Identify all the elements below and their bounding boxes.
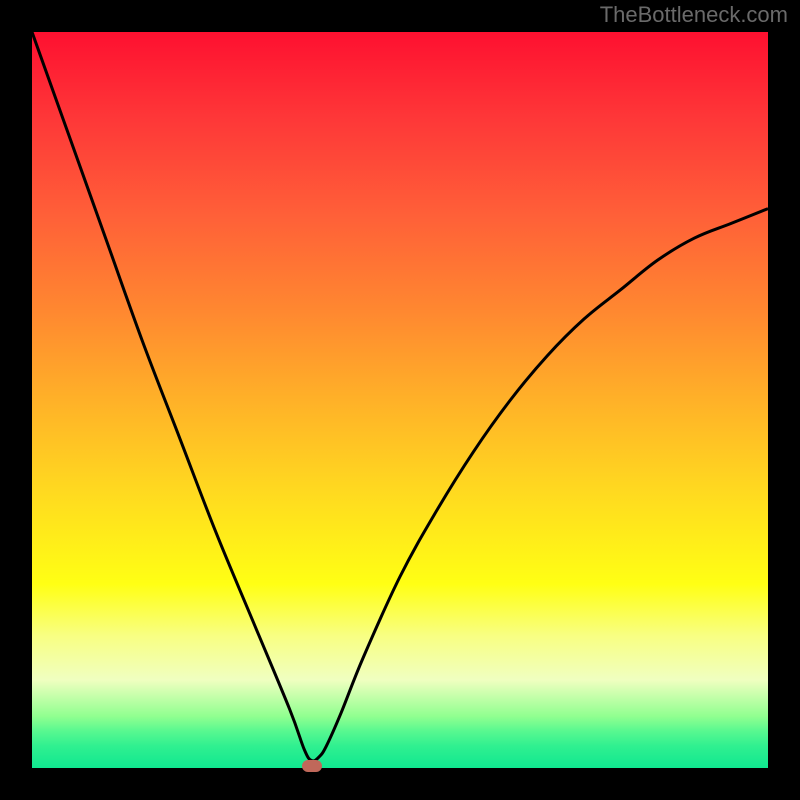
curve-line	[32, 32, 768, 761]
watermark-text: TheBottleneck.com	[600, 2, 788, 28]
chart-plot-area	[32, 32, 768, 768]
optimal-point-marker	[302, 760, 322, 772]
bottleneck-curve	[32, 32, 768, 768]
